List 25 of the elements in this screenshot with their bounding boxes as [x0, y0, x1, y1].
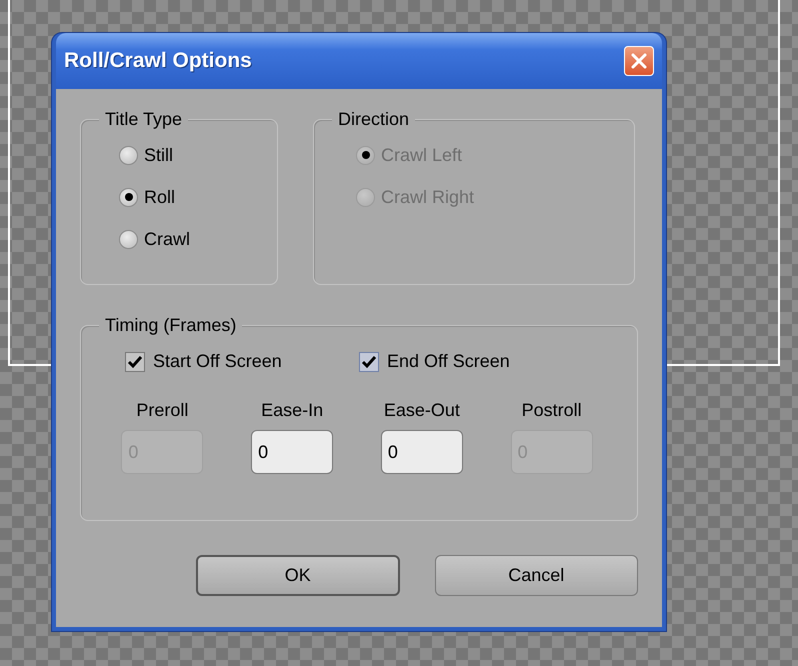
radio-label: Crawl Left — [381, 144, 462, 166]
close-icon — [631, 53, 647, 69]
window-title: Roll/Crawl Options — [64, 48, 252, 74]
checkbox-label: Start Off Screen — [153, 350, 282, 373]
check-icon — [127, 354, 143, 368]
radio-label: Crawl — [144, 228, 190, 250]
radio-label: Still — [144, 144, 174, 166]
field-label: Ease-In — [261, 399, 324, 422]
radio-button[interactable] — [119, 230, 138, 248]
field-label: Ease-Out — [384, 399, 460, 422]
field-label: Postroll — [522, 399, 582, 422]
radio-label: Crawl Right — [381, 186, 474, 209]
close-button[interactable] — [624, 46, 654, 76]
radio-label: Roll — [144, 186, 176, 208]
field-label: Preroll — [136, 399, 188, 422]
checkbox[interactable] — [125, 352, 145, 372]
radio-button[interactable] — [119, 188, 138, 206]
number-field[interactable]: 0 — [251, 430, 334, 474]
number-field[interactable]: 0 — [380, 430, 463, 474]
radio-button[interactable] — [119, 146, 138, 164]
dialog-button[interactable]: OK — [196, 555, 400, 596]
checkbox[interactable] — [359, 352, 379, 372]
dialog-button[interactable]: Cancel — [434, 555, 638, 596]
checkbox-label: End Off Screen — [387, 350, 510, 373]
check-icon — [361, 354, 377, 368]
